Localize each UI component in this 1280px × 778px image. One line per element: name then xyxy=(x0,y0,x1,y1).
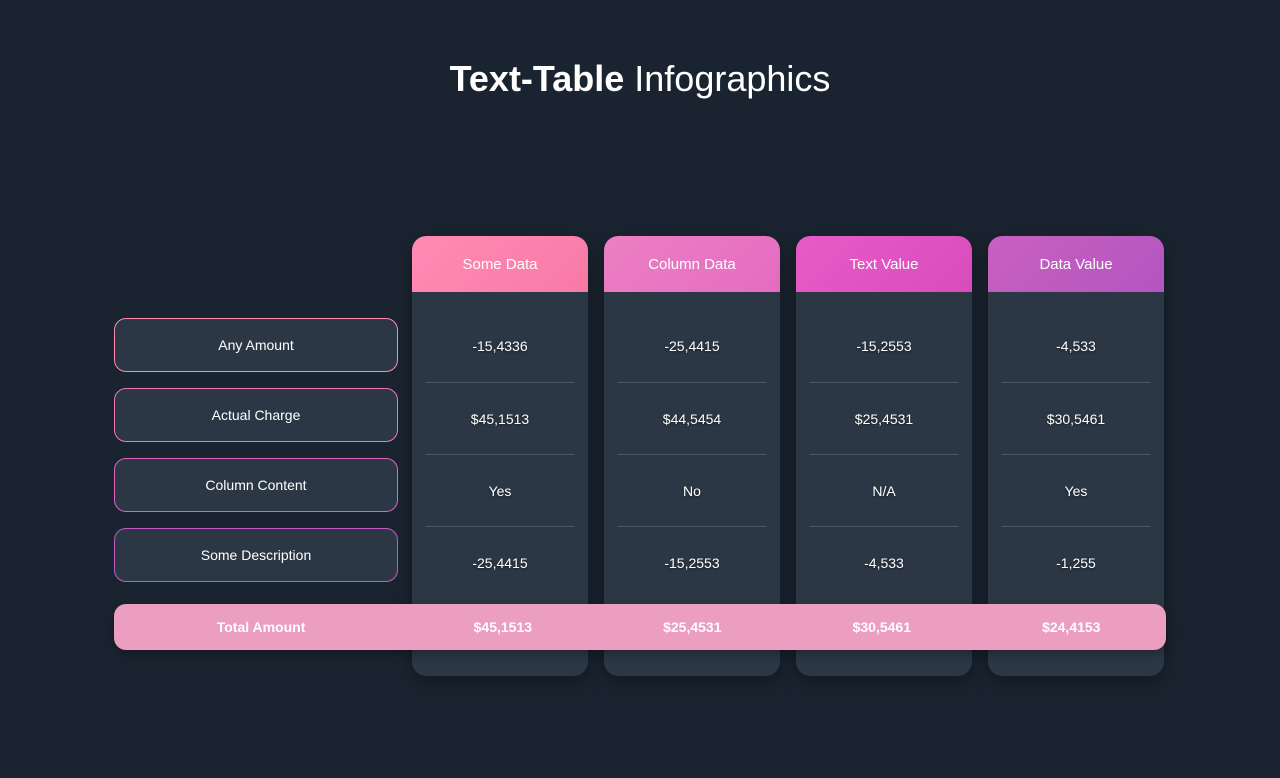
cell: -25,4415 xyxy=(426,526,574,598)
row-label: Column Content xyxy=(114,458,398,512)
column-header: Some Data xyxy=(412,236,588,292)
column-body: -15,2553 $25,4531 N/A -4,533 xyxy=(796,292,972,598)
total-cell: $45,1513 xyxy=(408,619,597,635)
row-label: Actual Charge xyxy=(114,388,398,442)
cell: $25,4531 xyxy=(810,382,958,454)
column-header: Data Value xyxy=(988,236,1164,292)
cell: -15,2553 xyxy=(810,310,958,382)
total-label: Total Amount xyxy=(114,619,408,635)
cell: -4,533 xyxy=(810,526,958,598)
cell: -4,533 xyxy=(1002,310,1150,382)
total-cell: $30,5461 xyxy=(787,619,976,635)
title-bold: Text-Table xyxy=(450,58,625,99)
cell: $44,5454 xyxy=(618,382,766,454)
cell: No xyxy=(618,454,766,526)
cell: -15,4336 xyxy=(426,310,574,382)
column-body: -4,533 $30,5461 Yes -1,255 xyxy=(988,292,1164,598)
total-cell: $25,4531 xyxy=(598,619,787,635)
column-header: Column Data xyxy=(604,236,780,292)
row-label: Any Amount xyxy=(114,318,398,372)
cell: -25,4415 xyxy=(618,310,766,382)
column-header: Text Value xyxy=(796,236,972,292)
cell: -1,255 xyxy=(1002,526,1150,598)
cell: -15,2553 xyxy=(618,526,766,598)
column-body: -15,4336 $45,1513 Yes -25,4415 xyxy=(412,292,588,598)
cell: $30,5461 xyxy=(1002,382,1150,454)
column-body: -25,4415 $44,5454 No -15,2553 xyxy=(604,292,780,598)
title-rest: Infographics xyxy=(624,58,830,99)
page-title: Text-Table Infographics xyxy=(0,58,1280,100)
cell: N/A xyxy=(810,454,958,526)
cell: Yes xyxy=(1002,454,1150,526)
cell: Yes xyxy=(426,454,574,526)
row-label: Some Description xyxy=(114,528,398,582)
total-cell: $24,4153 xyxy=(977,619,1166,635)
cell: $45,1513 xyxy=(426,382,574,454)
row-labels: Any Amount Actual Charge Column Content … xyxy=(114,318,398,582)
total-bar: Total Amount $45,1513 $25,4531 $30,5461 … xyxy=(114,604,1166,650)
